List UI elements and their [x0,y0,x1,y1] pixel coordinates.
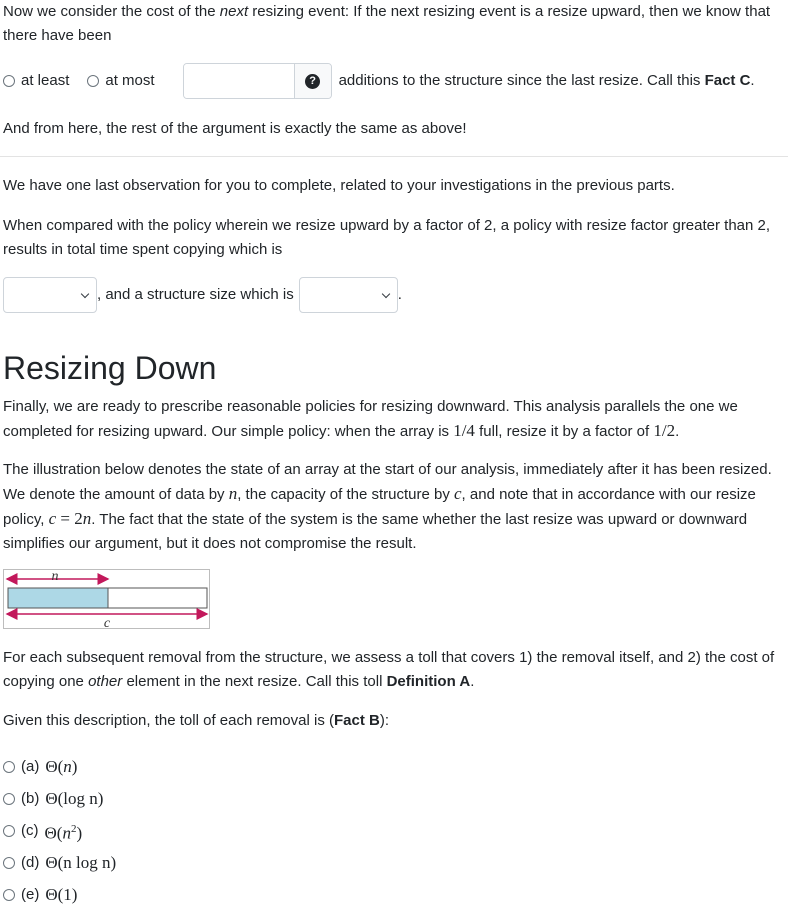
radio-at-least[interactable]: at least [3,69,69,93]
observation-selects-row: , and a structure size which is . [3,277,402,313]
option-label: (d) [21,854,40,871]
option-label: (b) [21,790,40,807]
para-text: ): [379,712,389,729]
question-circle-icon[interactable]: ? [305,73,321,89]
copying-time-select[interactable] [3,277,97,313]
para-text: . [675,423,680,440]
radio-label: at most [105,72,155,89]
theta: Θ [45,757,58,776]
section-title: Resizing Down [3,350,217,386]
suffix-text: additions to the structure since the las… [338,72,705,89]
option-label: (a) [21,758,40,775]
eq-sign: = [56,509,75,528]
section-divider [0,156,788,157]
option-c[interactable]: (c) Θ(n2) [3,815,116,847]
para-text: . [470,673,475,690]
help-button[interactable]: ? [293,64,331,98]
arg: 1 [63,885,72,904]
option-label: (c) [21,822,39,839]
option-math: Θ(n2) [44,822,83,843]
radio-circle[interactable] [3,889,15,901]
section-para1: Finally, we are ready to prescribe reaso… [3,395,788,444]
para-text: Given this description, the toll of each… [3,712,334,729]
observation-end: . [397,286,402,303]
radio-circle[interactable] [3,793,15,805]
emphasis-other: other [88,673,123,690]
intro-text: Now we consider the cost of the [3,3,220,20]
definition-paragraph: For each subsequent removal from the str… [3,646,778,694]
var-c: c [454,484,462,503]
para-text: . The fact that the state of the system … [3,511,748,552]
fact-c-label: Fact C [704,72,751,89]
fact-b-options: (a) Θ(n) (b) Θ(log n) (c) Θ(n2) (d) Θ(n log … [3,751,116,911]
observation-intro: We have one last observation for you to … [3,177,675,194]
var-n: n [228,484,238,503]
option-math: Θ(log n) [45,789,104,808]
array-diagram: n c [3,569,210,631]
observation-question: When compared with the policy wherein we… [3,217,771,258]
fact-c-input[interactable] [183,64,294,98]
eq-2: 2 [74,509,83,528]
chevron-down-icon [381,289,391,299]
fact-c-row: at least at most ? additions to the stru… [3,63,788,99]
definition-a-label: Definition A [386,673,471,690]
fact-b-label: Fact B [333,712,380,729]
exponent: 2 [70,822,77,835]
empty-portion [107,587,208,609]
fraction-half: 1/2 [653,421,676,440]
arg: n [62,823,71,843]
eq-c: c [48,509,57,528]
radio-label: at least [21,72,70,89]
option-math: Θ(1) [45,885,78,904]
radio-circle[interactable] [3,857,15,869]
suffix-end: . [750,72,755,89]
eq-n: n [82,509,92,528]
theta: Θ [45,853,58,872]
fact-b-question: Given this description, the toll of each… [3,709,389,733]
fact-c-suffix: additions to the structure since the las… [339,69,755,93]
radio-circle[interactable] [3,825,15,837]
intro-paragraph: Now we consider the cost of the next res… [3,0,788,48]
rest-argument-text: And from here, the rest of the argument … [3,120,467,137]
fraction-quarter: 1/4 [453,421,475,440]
arg: n log n [63,853,111,872]
label-c: c [104,616,111,628]
arg: log n [63,789,98,808]
chevron-down-icon [80,289,90,299]
fact-c-input-group: ? [182,63,332,99]
label-n: n [52,570,59,584]
option-a[interactable]: (a) Θ(n) [3,751,116,783]
emphasis-next: next [219,3,249,20]
option-math: Θ(n log n) [45,853,117,872]
array-diagram-svg: n c [5,569,209,631]
radio-circle[interactable] [3,75,15,87]
para-text: full, resize it by a factor of [474,423,654,440]
para-text: element in the next resize. Call this to… [122,673,387,690]
structure-size-select[interactable] [298,277,398,313]
radio-circle[interactable] [87,75,100,87]
radio-at-most[interactable]: at most [87,69,155,93]
theta: Θ [45,789,58,808]
para-text: , the capacity of the structure by [237,486,454,503]
theta: Θ [44,823,57,843]
filled-portion [7,587,109,609]
section-para2: The illustration below denotes the state… [3,458,778,556]
option-math: Θ(n) [45,757,78,776]
radio-circle[interactable] [3,761,15,773]
option-label: (e) [21,886,40,903]
option-e[interactable]: (e) Θ(1) [3,879,116,911]
observation-middle-text: , and a structure size which is [97,286,294,303]
theta: Θ [45,885,58,904]
option-b[interactable]: (b) Θ(log n) [3,783,116,815]
option-d[interactable]: (d) Θ(n log n) [3,847,116,879]
arg: n [63,757,72,776]
